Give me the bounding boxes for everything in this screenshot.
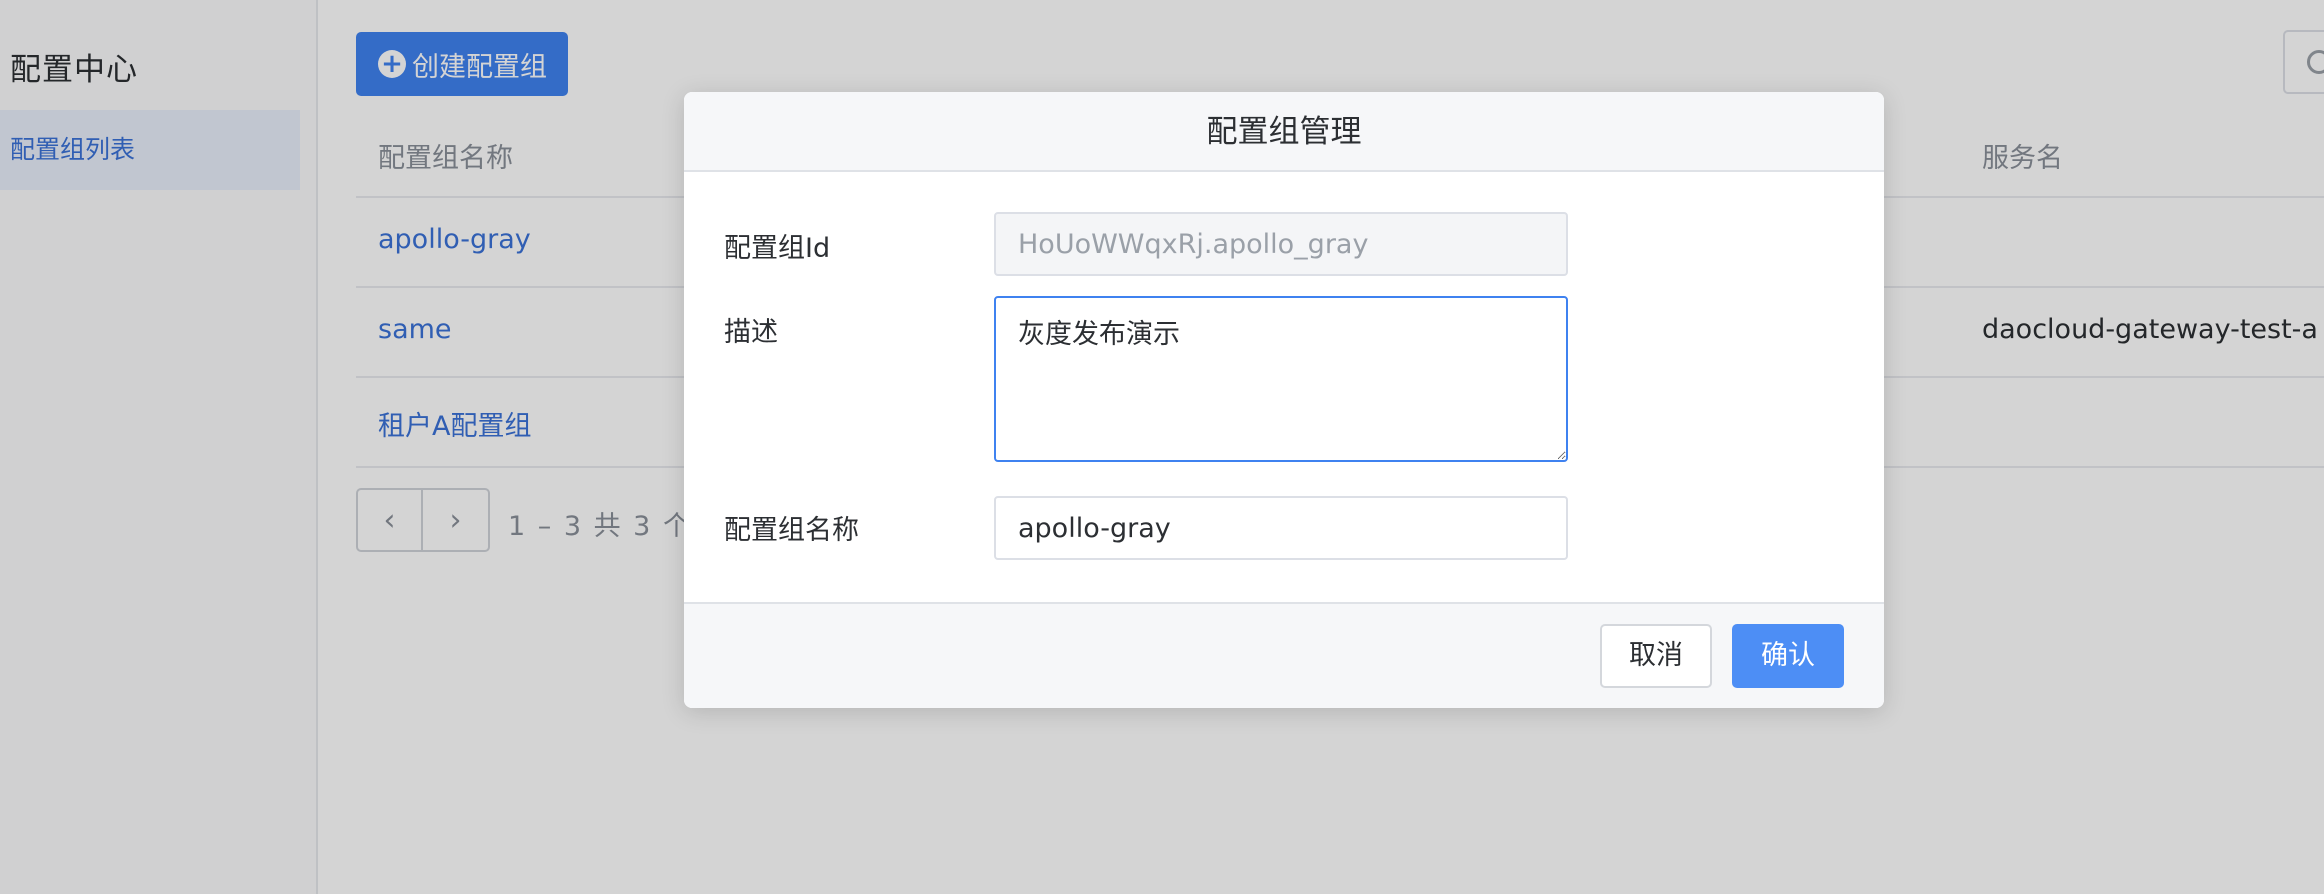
config-group-modal: 配置组管理 配置组Id 描述 灰度发布演示 配置组名称 取消 确认 (684, 92, 1884, 708)
confirm-button[interactable]: 确认 (1732, 624, 1844, 688)
modal-title: 配置组管理 (684, 92, 1884, 172)
description-textarea[interactable]: 灰度发布演示 (994, 296, 1568, 462)
config-group-name-field[interactable] (994, 496, 1568, 560)
config-group-id-field (994, 212, 1568, 276)
name-label: 配置组名称 (724, 515, 859, 546)
id-label: 配置组Id (724, 233, 831, 264)
description-label: 描述 (724, 317, 778, 348)
modal-footer: 取消 确认 (684, 602, 1884, 708)
cancel-button[interactable]: 取消 (1600, 624, 1712, 688)
